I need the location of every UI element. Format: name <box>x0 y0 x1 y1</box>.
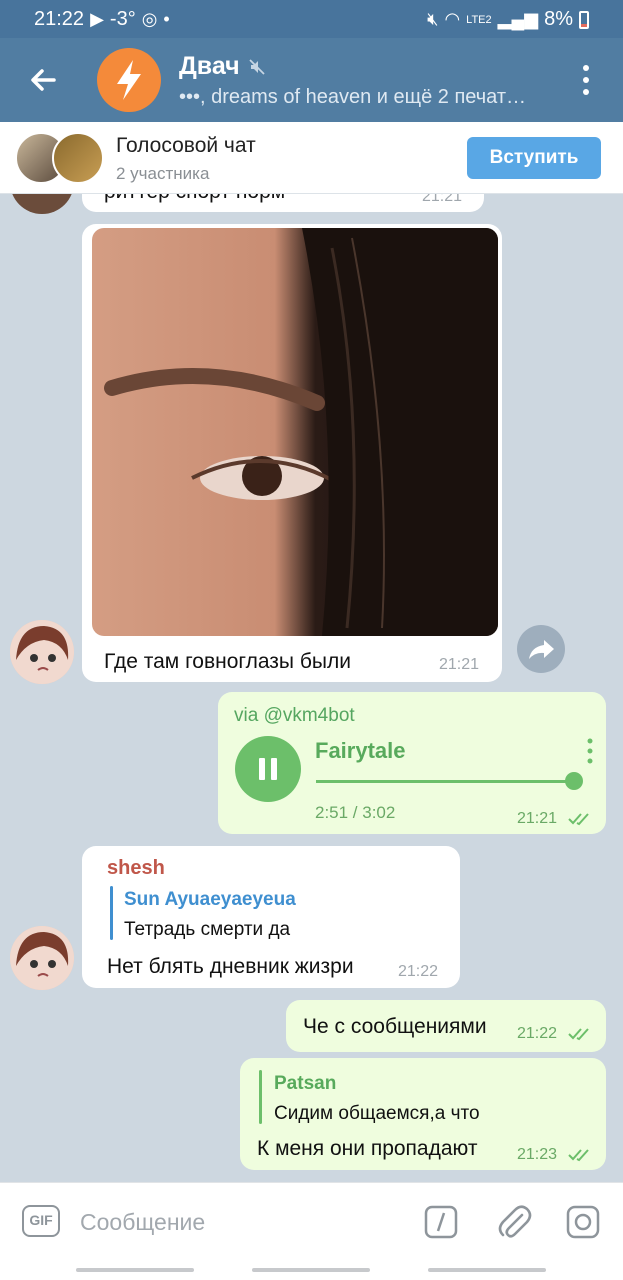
track-seek-handle[interactable] <box>565 772 583 790</box>
network-label: LTE2 <box>466 13 492 26</box>
via-bot-label[interactable]: via @vkm4bot <box>234 705 355 727</box>
gif-label: GIF <box>29 1212 53 1228</box>
pause-icon <box>259 758 277 780</box>
message-text: К меня они пропадают <box>257 1137 478 1160</box>
reply-author[interactable]: Patsan <box>274 1073 336 1095</box>
participant-avatar <box>52 132 104 184</box>
photo-image[interactable] <box>92 228 498 636</box>
bot-commands-icon[interactable] <box>424 1205 458 1239</box>
more-menu-icon[interactable] <box>576 62 596 98</box>
message-input[interactable] <box>80 1203 400 1241</box>
chat-avatar[interactable] <box>97 48 161 112</box>
message-input-bar: GIF <box>0 1182 623 1260</box>
track-duration: 2:51 / 3:02 <box>315 803 396 822</box>
status-time: 21:22 <box>34 8 85 30</box>
sync-icon: ◎ <box>141 9 158 29</box>
track-title: Fairytale <box>315 738 406 763</box>
reply-text: Тетрадь смерти да <box>124 919 291 940</box>
nav-home-gesture[interactable] <box>252 1268 370 1272</box>
message-text: Че с сообщениями <box>303 1015 487 1038</box>
voice-chat-title: Голосовой чат <box>116 134 256 157</box>
attach-icon[interactable] <box>496 1203 532 1241</box>
sender-avatar[interactable] <box>10 620 74 684</box>
eye-photo-icon <box>104 228 498 636</box>
message-time: 21:22 <box>398 963 439 980</box>
message-time: 21:21 <box>517 810 558 827</box>
dot-icon: • <box>163 9 170 29</box>
sender-avatar[interactable] <box>10 926 74 990</box>
read-checkmarks-icon <box>568 1028 589 1041</box>
wifi-icon: ◠ <box>444 9 461 29</box>
track-more-icon[interactable] <box>585 738 595 764</box>
typing-status: •••, dreams of heaven и ещё 2 печат… <box>179 86 526 108</box>
nav-back-gesture[interactable] <box>76 1268 194 1272</box>
camera-icon[interactable] <box>566 1205 600 1239</box>
reply-quote-bar <box>259 1070 262 1124</box>
sender-name[interactable]: shesh <box>107 857 165 880</box>
chat-title-text: Двач <box>179 52 240 80</box>
nav-recents-gesture[interactable] <box>428 1268 546 1272</box>
share-arrow-icon <box>529 640 554 659</box>
track-progress-bar[interactable] <box>316 780 574 783</box>
status-bar: 21:22 ▶ -3° ◎ • 🔇︎ ◠ LTE2 ▂▄▆ 8% <box>0 0 623 38</box>
play-icon: ▶ <box>90 9 104 29</box>
battery-icon <box>579 10 589 29</box>
muted-icon <box>249 58 265 75</box>
back-arrow-icon[interactable] <box>24 60 64 100</box>
join-voice-chat-button[interactable]: Вступить <box>467 137 601 179</box>
signal-icon: ▂▄▆ <box>497 9 539 29</box>
reply-author[interactable]: Sun Ayuaeyaeyeua <box>124 889 296 911</box>
photo-caption: Где там говноглазы были <box>104 650 351 673</box>
lightning-icon <box>117 60 141 100</box>
reply-quote-bar <box>110 886 113 940</box>
mute-icon: 🔇︎ <box>427 9 439 29</box>
gif-icon[interactable]: GIF <box>22 1205 60 1237</box>
message-time: 21:23 <box>517 1146 558 1163</box>
system-nav-bar <box>0 1260 623 1280</box>
forward-button[interactable] <box>517 625 565 673</box>
read-checkmarks-icon <box>568 813 589 826</box>
voice-chat-bar-overlay: Голосовой чат 2 участника Вступить <box>0 122 623 194</box>
message-time: 21:21 <box>439 656 480 673</box>
chat-header: Двач •••, dreams of heaven и ещё 2 печат… <box>0 38 623 122</box>
reply-text: Сидим общаемся,а что <box>274 1103 480 1124</box>
read-checkmarks-icon <box>568 1149 589 1162</box>
battery-percent: 8% <box>544 8 573 30</box>
message-time: 21:22 <box>517 1025 558 1042</box>
pause-button[interactable] <box>235 736 301 802</box>
message-text: Нет блять дневник жизри <box>107 955 354 978</box>
status-temperature: -3° <box>109 8 136 30</box>
voice-chat-participants: 2 участника <box>116 164 210 183</box>
chat-title[interactable]: Двач <box>179 52 266 81</box>
